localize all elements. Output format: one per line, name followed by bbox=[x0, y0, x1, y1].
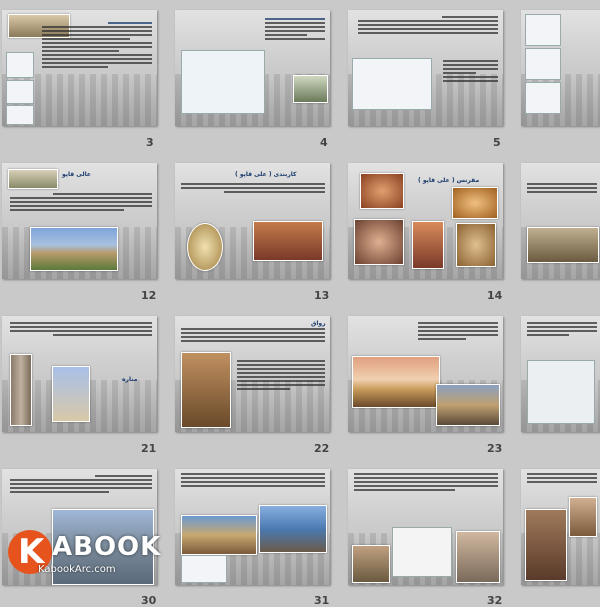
text-lines bbox=[265, 18, 325, 40]
text-lines bbox=[237, 360, 325, 390]
plan-drawing bbox=[527, 360, 595, 424]
slide-thumbnail[interactable]: مناره bbox=[2, 316, 157, 432]
slide-image bbox=[10, 354, 32, 426]
slide-image bbox=[187, 223, 223, 271]
slide-image bbox=[569, 497, 597, 537]
slide-thumbnail[interactable] bbox=[348, 469, 503, 585]
plan-drawing bbox=[352, 58, 432, 110]
logo-url: KabookArc.com bbox=[38, 564, 116, 575]
slide-number: 12 bbox=[141, 289, 157, 302]
text-lines bbox=[181, 183, 325, 193]
slide-image bbox=[352, 545, 390, 583]
slide-number: 31 bbox=[314, 594, 330, 607]
slide-image bbox=[293, 75, 328, 103]
text-lines bbox=[181, 328, 325, 342]
text-lines bbox=[527, 322, 597, 336]
slide-thumbnail[interactable]: رواق bbox=[175, 316, 330, 432]
slide-thumbnail[interactable]: عالی قاپو bbox=[2, 163, 157, 279]
slide-sorter-grid: 3 4 5 عالی قاپو 12 کاربندی ( علی قاپو ) bbox=[0, 0, 600, 607]
plan-drawing bbox=[6, 105, 34, 125]
slide-thumbnail[interactable] bbox=[175, 10, 330, 126]
plan-drawing bbox=[392, 527, 452, 577]
slide-image bbox=[412, 221, 444, 269]
text-lines bbox=[10, 475, 152, 493]
text-lines bbox=[10, 193, 152, 211]
slide-number: 30 bbox=[141, 594, 157, 607]
plan-drawing bbox=[525, 48, 561, 80]
slide-thumbnail[interactable] bbox=[521, 10, 600, 126]
slide-image bbox=[8, 169, 58, 189]
slide-thumbnail[interactable] bbox=[521, 469, 600, 585]
text-lines bbox=[10, 322, 152, 336]
slide-title: رواق bbox=[311, 320, 326, 327]
slide-number: 22 bbox=[314, 442, 330, 455]
slide-image bbox=[456, 531, 500, 583]
slide-image bbox=[181, 515, 257, 555]
slide-title: عالی قاپو bbox=[62, 171, 91, 178]
slide-thumbnail[interactable] bbox=[348, 316, 503, 432]
slide-image bbox=[354, 219, 404, 265]
slide-image bbox=[253, 221, 323, 261]
slide-thumbnail[interactable] bbox=[521, 316, 600, 432]
slide-thumbnail[interactable] bbox=[521, 163, 600, 279]
text-lines bbox=[354, 473, 498, 491]
slide-thumbnail[interactable] bbox=[175, 469, 330, 585]
slide-thumbnail[interactable]: مقرنس ( علی قاپو ) bbox=[348, 163, 503, 279]
slide-number: 21 bbox=[141, 442, 157, 455]
slide-image bbox=[181, 352, 231, 428]
slide-image bbox=[456, 223, 496, 267]
logo-wordmark: ABOOK bbox=[52, 532, 162, 562]
text-lines bbox=[358, 16, 498, 34]
slide-number: 4 bbox=[320, 136, 328, 149]
elevation-drawing bbox=[181, 50, 265, 114]
slide-thumbnail[interactable] bbox=[2, 10, 157, 126]
slide-number: 5 bbox=[493, 136, 501, 149]
plan-drawing bbox=[525, 14, 561, 46]
slide-number: 14 bbox=[487, 289, 503, 302]
slide-number: 3 bbox=[146, 136, 154, 149]
slide-image bbox=[525, 509, 567, 581]
plan-drawing bbox=[6, 80, 34, 104]
slide-thumbnail[interactable] bbox=[348, 10, 503, 126]
slide-image bbox=[30, 227, 118, 271]
text-lines bbox=[42, 22, 152, 68]
slide-image bbox=[52, 366, 90, 422]
text-lines bbox=[527, 183, 597, 193]
text-lines bbox=[181, 473, 325, 487]
text-lines bbox=[443, 60, 498, 82]
slide-image bbox=[360, 173, 404, 209]
slide-thumbnail[interactable]: کاربندی ( علی قاپو ) bbox=[175, 163, 330, 279]
slide-image bbox=[527, 227, 599, 263]
slide-image bbox=[452, 187, 498, 219]
slide-image bbox=[259, 505, 327, 553]
text-lines bbox=[418, 322, 498, 340]
slide-image bbox=[436, 384, 500, 426]
slide-number: 32 bbox=[487, 594, 503, 607]
slide-number: 13 bbox=[314, 289, 330, 302]
slide-image bbox=[352, 356, 440, 408]
slide-title: کاربندی ( علی قاپو ) bbox=[235, 171, 297, 178]
slide-title: مناره bbox=[122, 376, 138, 383]
plan-drawing bbox=[525, 82, 561, 114]
plan-drawing bbox=[6, 52, 34, 78]
text-lines bbox=[527, 473, 597, 483]
watermark-logo: K ABOOK KabookArc.com bbox=[8, 528, 188, 584]
slide-number: 23 bbox=[487, 442, 503, 455]
slide-title: مقرنس ( علی قاپو ) bbox=[418, 177, 480, 184]
